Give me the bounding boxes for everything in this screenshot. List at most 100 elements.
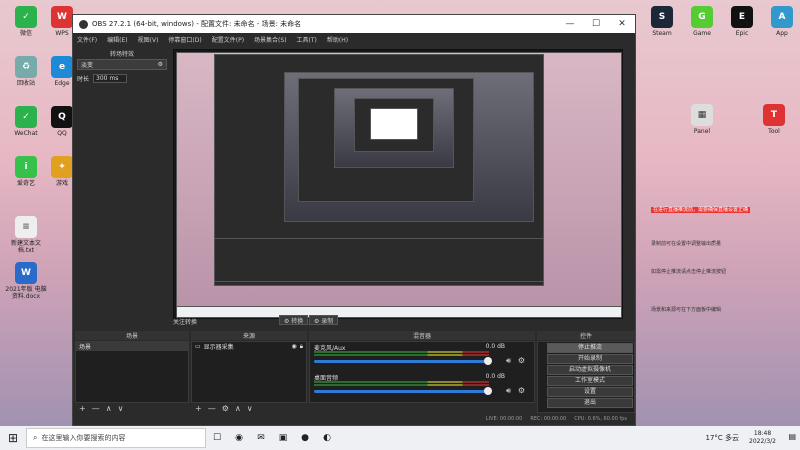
source-settings-button[interactable]: ⚙ bbox=[222, 404, 229, 413]
remove-scene-button[interactable]: — bbox=[92, 404, 100, 413]
menu-view[interactable]: 视图(V) bbox=[138, 35, 159, 44]
transition-button[interactable]: ⚙ 转换 bbox=[279, 315, 309, 325]
slider-knob[interactable] bbox=[484, 357, 492, 365]
exit-button[interactable]: 退出 bbox=[547, 398, 633, 408]
menu-bar: 文件(F) 编辑(E) 视图(V) 停靠窗口(D) 配置文件(P) 场景集合(S… bbox=[73, 33, 635, 45]
task-view-icon[interactable]: ☐ bbox=[206, 427, 228, 449]
browser-icon[interactable]: ◉ bbox=[228, 427, 250, 449]
desktop-icon-label: Steam bbox=[652, 30, 672, 37]
monitor-icon: ▭ bbox=[195, 343, 201, 350]
word-doc-icon: W bbox=[15, 262, 37, 284]
preview-canvas[interactable] bbox=[173, 49, 623, 319]
duration-input[interactable]: 300 ms bbox=[93, 74, 128, 83]
move-down-button[interactable]: ∨ bbox=[247, 404, 253, 413]
sources-dock-footer: + — ⚙ ∧ ∨ bbox=[191, 403, 253, 413]
epic-icon: E bbox=[731, 6, 753, 28]
taskbar: ⊞ ⌕ 在这里输入你要搜索的内容 ☐ ◉ ✉ ▣ ● ◐ 17°C 多云 18:… bbox=[0, 426, 800, 450]
mail-icon[interactable]: ✉ bbox=[250, 427, 272, 449]
desktop-icon-label: App bbox=[776, 30, 788, 37]
desktop-icon-epic[interactable]: E Epic bbox=[720, 6, 764, 37]
weather-widget[interactable]: 17°C 多云 bbox=[706, 433, 740, 443]
desktop-icon-panel[interactable]: ▦ Panel bbox=[680, 104, 724, 135]
transition-select[interactable]: 淡变 ⚙ bbox=[77, 59, 167, 70]
maximize-button[interactable]: ☐ bbox=[583, 19, 609, 29]
windows-start-icon[interactable]: ⊞ bbox=[0, 426, 26, 450]
desktop-icon-wechat2[interactable]: ✓ WeChat bbox=[4, 106, 48, 137]
move-up-button[interactable]: ∧ bbox=[235, 404, 241, 413]
move-down-button[interactable]: ∨ bbox=[118, 404, 124, 413]
annotation-line: 场景和来源可在下方面板中编辑 bbox=[651, 307, 722, 313]
annotation-line: 在进行直播推流前，需要确保直播设置正确 bbox=[651, 207, 751, 213]
system-tray: 17°C 多云 18:48 2022/3/2 ▤ bbox=[706, 426, 800, 450]
minimize-button[interactable]: — bbox=[557, 19, 583, 29]
duration-label: 时长 bbox=[77, 76, 90, 83]
stop-streaming-button[interactable]: 停止推流 bbox=[547, 343, 633, 353]
volume-slider[interactable] bbox=[314, 357, 492, 365]
desktop-icon-txt[interactable]: ≡ 新建文本文档.txt bbox=[4, 216, 48, 254]
volume-slider[interactable] bbox=[314, 387, 492, 395]
desktop-icon-tool[interactable]: T Tool bbox=[752, 104, 796, 135]
level-meter bbox=[314, 384, 489, 386]
desktop-icon-label: Panel bbox=[693, 128, 711, 135]
menu-tools[interactable]: 工具(T) bbox=[297, 35, 317, 44]
desktop-icon-docx[interactable]: W 2021年版 电脑资料.docx bbox=[4, 262, 48, 300]
eye-icon[interactable]: ◉ bbox=[292, 343, 297, 350]
speaker-icon[interactable]: 🔊︎ bbox=[506, 356, 511, 366]
menu-profile[interactable]: 配置文件(P) bbox=[212, 35, 244, 44]
menu-help[interactable]: 帮助(H) bbox=[327, 35, 348, 44]
desktop-icon-steam[interactable]: S Steam bbox=[640, 6, 684, 37]
status-bar: LIVE: 00:00:00 REC: 00:00:00 CPU: 0.6%, … bbox=[73, 413, 635, 425]
studio-mode-button[interactable]: 工作室模式 bbox=[547, 376, 633, 386]
add-scene-button[interactable]: + bbox=[79, 404, 86, 413]
obs-logo-icon bbox=[79, 19, 88, 29]
lock-icon[interactable]: 🔒︎ bbox=[300, 343, 303, 351]
close-button[interactable]: ✕ bbox=[609, 19, 635, 29]
menu-scene-collection[interactable]: 场景集合(S) bbox=[254, 35, 287, 44]
notification-icon[interactable]: ▤ bbox=[788, 432, 796, 441]
gear-icon[interactable]: ⚙ bbox=[518, 386, 525, 395]
clock[interactable]: 18:48 2022/3/2 bbox=[749, 430, 776, 446]
window-titlebar[interactable]: OBS 27.2.1 (64-bit, windows) - 配置文件: 未命名… bbox=[73, 15, 635, 33]
menu-file[interactable]: 文件(F) bbox=[77, 35, 97, 44]
gear-icon[interactable]: ⚙ bbox=[158, 61, 163, 68]
transition-effect-value: 淡变 bbox=[81, 62, 94, 69]
record-settings-button[interactable]: ⚙ 录制 bbox=[309, 315, 339, 325]
desktop-icon-app[interactable]: A App bbox=[760, 6, 800, 37]
source-item[interactable]: ▭ 显示器采集 ◉ 🔒︎ bbox=[192, 342, 306, 352]
iqiyi-icon: i bbox=[15, 156, 37, 178]
menu-docks[interactable]: 停靠窗口(D) bbox=[168, 35, 201, 44]
desktop-icon-label: 新建文本文档.txt bbox=[10, 240, 41, 254]
obs-window: OBS 27.2.1 (64-bit, windows) - 配置文件: 未命名… bbox=[72, 14, 636, 426]
move-up-button[interactable]: ∧ bbox=[106, 404, 112, 413]
app-taskbar-icon[interactable]: ◐ bbox=[316, 427, 338, 449]
annotation-line: 如需停止推流请点击停止推流按钮 bbox=[651, 269, 727, 275]
preview-layer bbox=[370, 108, 418, 140]
channel-db: 0.0 dB bbox=[485, 373, 505, 380]
sources-dock: ▭ 显示器采集 ◉ 🔒︎ bbox=[191, 341, 307, 403]
level-meter bbox=[314, 354, 489, 356]
speaker-icon[interactable]: 🔊︎ bbox=[506, 386, 511, 396]
clock-date: 2022/3/2 bbox=[749, 438, 776, 445]
desktop-icon-game2[interactable]: G Game bbox=[680, 6, 724, 37]
level-meter bbox=[314, 381, 489, 383]
scene-item[interactable]: 场景 bbox=[76, 342, 188, 351]
slider-knob[interactable] bbox=[484, 387, 492, 395]
file-explorer-icon[interactable]: ▣ bbox=[272, 427, 294, 449]
search-input[interactable]: ⌕ 在这里输入你要搜索的内容 bbox=[26, 428, 206, 448]
preview-taskbar bbox=[176, 306, 622, 318]
controls-dock-title: 控件 bbox=[537, 331, 635, 340]
mixer-channel-mic: 麦克风/Aux 0.0 dB 🔊︎ ⚙ bbox=[311, 343, 529, 369]
start-recording-button[interactable]: 开始录制 bbox=[547, 354, 633, 364]
remove-source-button[interactable]: — bbox=[208, 404, 216, 413]
desktop-icon-label: 微信 bbox=[19, 30, 32, 37]
scenes-dock-footer: + — ∧ ∨ bbox=[75, 403, 123, 413]
add-source-button[interactable]: + bbox=[195, 404, 202, 413]
settings-button[interactable]: 设置 bbox=[547, 387, 633, 397]
scenes-dock: 场景 bbox=[75, 341, 189, 403]
start-virtual-camera-button[interactable]: 启动虚拟摄像机 bbox=[547, 365, 633, 375]
edge-icon: e bbox=[51, 56, 73, 78]
gear-icon[interactable]: ⚙ bbox=[518, 356, 525, 365]
obs-taskbar-icon[interactable]: ● bbox=[294, 427, 316, 449]
menu-edit[interactable]: 编辑(E) bbox=[107, 35, 127, 44]
app-icon: A bbox=[771, 6, 793, 28]
